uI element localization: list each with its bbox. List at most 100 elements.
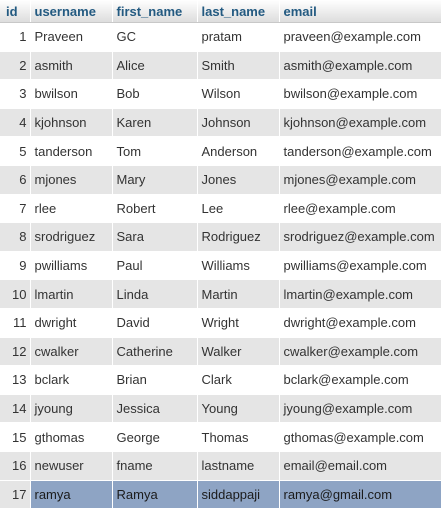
table-row[interactable]: 3 bwilson Bob Wilson bwilson@example.com <box>0 79 441 109</box>
table-row[interactable]: 13 bclark Brian Clark bclark@example.com <box>0 365 441 395</box>
cell-email: srodriguez@example.com <box>279 222 441 252</box>
cell-id: 8 <box>0 222 31 252</box>
cell-email: gthomas@example.com <box>279 422 441 452</box>
table-row[interactable]: 17 ramya Ramya siddappaji ramya@gmail.com <box>0 480 441 509</box>
cell-id: 14 <box>0 394 31 424</box>
cell-id: 11 <box>0 308 31 338</box>
cell-username: Praveen <box>30 22 113 52</box>
cell-last-name: Johnson <box>197 108 280 138</box>
table-row[interactable]: 4 kjohnson Karen Johnson kjohnson@example.co… <box>0 108 441 138</box>
cell-username: srodriguez <box>30 222 113 252</box>
cell-first-name: GC <box>112 22 198 52</box>
cell-email: praveen@example.com <box>279 22 441 52</box>
cell-username: asmith <box>30 51 113 81</box>
cell-last-name: lastname <box>197 451 280 481</box>
cell-id: 13 <box>0 365 31 395</box>
table-body: 1 Praveen GC pratam praveen@example.com 2 asmi… <box>0 22 441 509</box>
cell-id: 16 <box>0 451 31 481</box>
column-header-first-name[interactable]: first_name <box>112 0 198 23</box>
table-row[interactable]: 2 asmith Alice Smith asmith@example.com <box>0 51 441 81</box>
table-row[interactable]: 8 srodriguez Sara Rodriguez srodriguez@examp… <box>0 222 441 252</box>
cell-username: jyoung <box>30 394 113 424</box>
cell-username: bwilson <box>30 79 113 109</box>
table-row[interactable]: 10 lmartin Linda Martin lmartin@example.com <box>0 279 441 309</box>
header-row: id username first_name last_name email <box>0 0 441 23</box>
cell-last-name: siddappaji <box>197 480 280 509</box>
cell-email: dwright@example.com <box>279 308 441 338</box>
cell-id: 1 <box>0 22 31 52</box>
cell-first-name: fname <box>112 451 198 481</box>
cell-username: bclark <box>30 365 113 395</box>
cell-last-name: Wright <box>197 308 280 338</box>
cell-last-name: Martin <box>197 279 280 309</box>
cell-first-name: Bob <box>112 79 198 109</box>
table-row[interactable]: 7 rlee Robert Lee rlee@example.com <box>0 194 441 224</box>
cell-first-name: Catherine <box>112 337 198 367</box>
table-row[interactable]: 5 tanderson Tom Anderson tanderson@example.c… <box>0 136 441 166</box>
cell-email: bclark@example.com <box>279 365 441 395</box>
column-header-email[interactable]: email <box>279 0 441 23</box>
cell-username: mjones <box>30 165 113 195</box>
cell-email: lmartin@example.com <box>279 279 441 309</box>
table-header: id username first_name last_name email <box>0 0 441 23</box>
cell-username: dwright <box>30 308 113 338</box>
cell-last-name: Smith <box>197 51 280 81</box>
cell-id: 17 <box>0 480 31 509</box>
cell-first-name: Tom <box>112 136 198 166</box>
cell-email: bwilson@example.com <box>279 79 441 109</box>
cell-email: jyoung@example.com <box>279 394 441 424</box>
table-row[interactable]: 15 gthomas George Thomas gthomas@example.com <box>0 422 441 452</box>
cell-email: cwalker@example.com <box>279 337 441 367</box>
table-row[interactable]: 14 jyoung Jessica Young jyoung@example.com <box>0 394 441 424</box>
results-table: id username first_name last_name email 1… <box>0 0 441 509</box>
cell-first-name: David <box>112 308 198 338</box>
cell-email: rlee@example.com <box>279 194 441 224</box>
cell-first-name: Alice <box>112 51 198 81</box>
table-row[interactable]: 1 Praveen GC pratam praveen@example.com <box>0 22 441 52</box>
cell-id: 3 <box>0 79 31 109</box>
table-row[interactable]: 16 newuser fname lastname email@email.com <box>0 451 441 481</box>
table-row[interactable]: 11 dwright David Wright dwright@example.com <box>0 308 441 338</box>
cell-last-name: Lee <box>197 194 280 224</box>
cell-email: kjohnson@example.com <box>279 108 441 138</box>
cell-last-name: Anderson <box>197 136 280 166</box>
column-header-last-name[interactable]: last_name <box>197 0 280 23</box>
cell-first-name: Karen <box>112 108 198 138</box>
cell-first-name: Brian <box>112 365 198 395</box>
cell-first-name: George <box>112 422 198 452</box>
cell-username: ramya <box>30 480 113 509</box>
table-row[interactable]: 9 pwilliams Paul Williams pwilliams@example.… <box>0 251 441 281</box>
cell-last-name: Clark <box>197 365 280 395</box>
cell-id: 5 <box>0 136 31 166</box>
cell-last-name: Thomas <box>197 422 280 452</box>
cell-first-name: Ramya <box>112 480 198 509</box>
cell-username: cwalker <box>30 337 113 367</box>
cell-first-name: Jessica <box>112 394 198 424</box>
cell-id: 7 <box>0 194 31 224</box>
cell-first-name: Paul <box>112 251 198 281</box>
cell-id: 12 <box>0 337 31 367</box>
table-row[interactable]: 6 mjones Mary Jones mjones@example.com <box>0 165 441 195</box>
column-header-id[interactable]: id <box>0 0 31 23</box>
cell-username: newuser <box>30 451 113 481</box>
cell-username: lmartin <box>30 279 113 309</box>
cell-username: pwilliams <box>30 251 113 281</box>
cell-id: 15 <box>0 422 31 452</box>
cell-last-name: Wilson <box>197 79 280 109</box>
cell-last-name: Jones <box>197 165 280 195</box>
cell-email: tanderson@example.com <box>279 136 441 166</box>
cell-id: 2 <box>0 51 31 81</box>
column-header-username[interactable]: username <box>30 0 113 23</box>
cell-id: 4 <box>0 108 31 138</box>
cell-id: 9 <box>0 251 31 281</box>
cell-first-name: Sara <box>112 222 198 252</box>
cell-last-name: Walker <box>197 337 280 367</box>
cell-first-name: Mary <box>112 165 198 195</box>
cell-last-name: Young <box>197 394 280 424</box>
cell-email: asmith@example.com <box>279 51 441 81</box>
cell-first-name: Linda <box>112 279 198 309</box>
cell-email: ramya@gmail.com <box>279 480 441 509</box>
cell-id: 10 <box>0 279 31 309</box>
cell-email: mjones@example.com <box>279 165 441 195</box>
table-row[interactable]: 12 cwalker Catherine Walker cwalker@example.… <box>0 337 441 367</box>
